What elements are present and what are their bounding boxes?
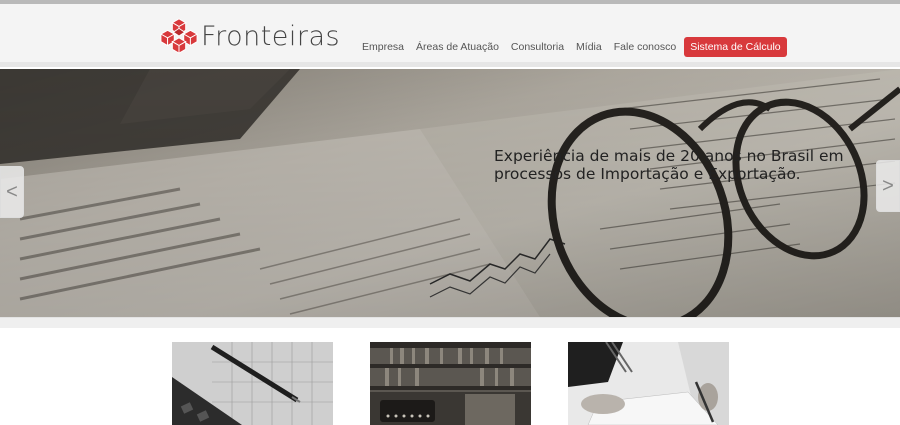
hero-slider: Experiência de mais de 20 anos no Brasil… xyxy=(0,69,900,317)
site-header: Fronteiras Empresa Áreas de Atuação Cons… xyxy=(0,4,900,62)
nav-item-consultoria[interactable]: Consultoria xyxy=(505,41,570,53)
chevron-left-icon: < xyxy=(6,180,18,203)
brand-name: Fronteiras xyxy=(201,20,341,52)
contract-signing-image xyxy=(568,342,729,425)
sistema-de-calculo-button[interactable]: Sistema de Cálculo xyxy=(684,37,787,57)
typewriter-image xyxy=(370,342,531,425)
slide-caption: Experiência de mais de 20 anos no Brasil… xyxy=(494,147,844,183)
thumbnail-handshake[interactable] xyxy=(568,342,729,425)
nav-item-midia[interactable]: Mídia xyxy=(570,41,608,53)
logo[interactable]: Fronteiras xyxy=(160,16,340,56)
nav-item-areas-de-atuacao[interactable]: Áreas de Atuação xyxy=(410,41,505,53)
section-divider xyxy=(0,317,900,328)
main-nav: Empresa Áreas de Atuação Consultoria Míd… xyxy=(356,37,787,57)
hero-image xyxy=(0,69,900,317)
thumbnail-typewriter[interactable] xyxy=(370,342,531,425)
slider-prev-button[interactable]: < xyxy=(0,166,24,218)
red-cube-cluster-icon xyxy=(160,18,198,54)
thumbnail-calculator[interactable] xyxy=(172,342,333,425)
slider-next-button[interactable]: > xyxy=(876,160,900,212)
chevron-right-icon: > xyxy=(882,174,894,197)
nav-item-fale-conosco[interactable]: Fale conosco xyxy=(608,41,682,53)
header-divider xyxy=(0,62,900,67)
calculator-image xyxy=(172,342,333,425)
nav-item-empresa[interactable]: Empresa xyxy=(356,41,410,53)
